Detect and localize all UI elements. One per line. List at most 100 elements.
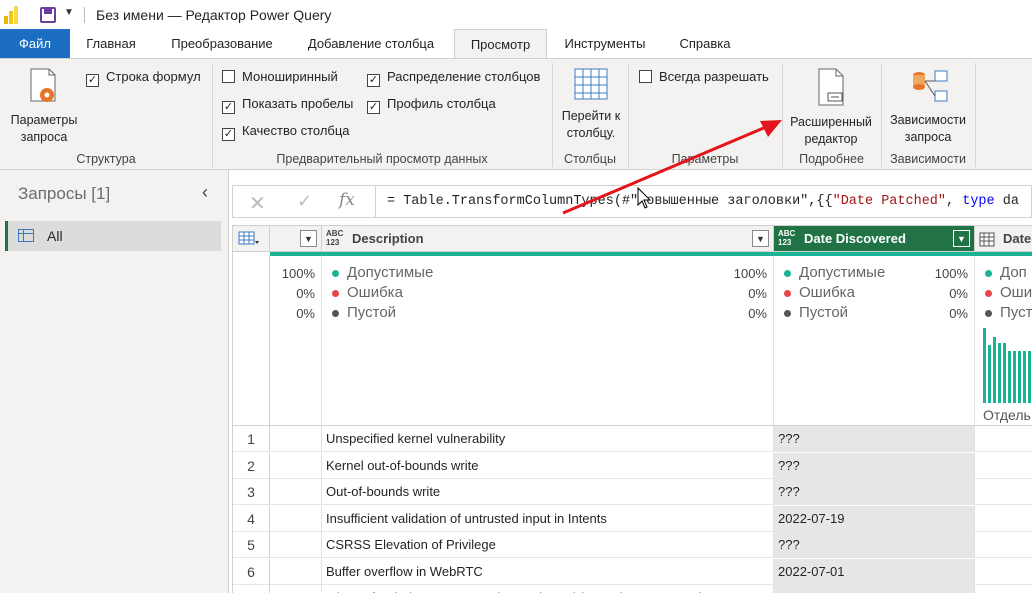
- table-cell-date[interactable]: [975, 453, 1032, 479]
- quality-label: Оши: [1000, 284, 1032, 301]
- row-number[interactable]: 5: [233, 532, 270, 558]
- query-settings-button[interactable]: Параметры запроса: [4, 67, 84, 146]
- show-whitespace-check-icon: ✓: [222, 101, 235, 114]
- column-header[interactable]: ▼: [270, 226, 322, 252]
- column-distribution-label: Распределение столбцов: [387, 69, 541, 84]
- quick-access-dropdown-icon[interactable]: ▼: [64, 7, 74, 18]
- quality-empty-row: Пустой 0%: [322, 304, 773, 324]
- table-cell[interactable]: [270, 452, 322, 479]
- column-quality-label: Качество столбца: [242, 123, 350, 138]
- tab-transform[interactable]: Преобразование: [158, 29, 286, 58]
- empty-dot-icon: [784, 310, 791, 317]
- tab-help[interactable]: Справка: [666, 29, 744, 58]
- type-any-icon: ABC 123: [778, 229, 796, 247]
- table-cell-description[interactable]: Kernel out-of-bounds write: [322, 452, 774, 479]
- table-cell[interactable]: [270, 479, 322, 505]
- column-filter-dropdown-icon[interactable]: ▼: [953, 230, 970, 247]
- column-filter-dropdown-icon[interactable]: ▼: [300, 230, 317, 247]
- query-settings-label: Параметры запроса: [10, 113, 78, 144]
- formula-input[interactable]: = Table.TransformColumnTypes(#"Повышенны…: [375, 186, 1031, 218]
- fx-icon[interactable]: fx: [339, 190, 355, 210]
- column-quality-profile: Допустимые 100% Ошибка 0% Пустой 0%: [322, 256, 774, 426]
- quality-percent: 0%: [949, 306, 968, 321]
- table-cell-description[interactable]: Microsoft Windows Support Diagnostic Too…: [322, 585, 774, 593]
- column-profile-check-icon: ✓: [367, 101, 380, 114]
- table-cell[interactable]: [270, 426, 322, 452]
- quality-label: Пуст: [1000, 304, 1032, 321]
- quality-percent: 0%: [949, 286, 968, 301]
- row-number[interactable]: 4: [233, 505, 270, 532]
- table-cell-description[interactable]: CSRSS Elevation of Privilege: [322, 532, 774, 558]
- table-cell-date-discovered[interactable]: ???: [774, 532, 975, 558]
- empty-dot-icon: [332, 310, 339, 317]
- query-item-all[interactable]: All: [5, 221, 221, 251]
- table-cell-date[interactable]: [975, 559, 1032, 585]
- always-allow-checkbox[interactable]: Всегда разрешать: [639, 68, 769, 86]
- table-cell-description[interactable]: Buffer overflow in WebRTC: [322, 558, 774, 585]
- save-icon[interactable]: [40, 7, 56, 23]
- collapse-chevron-icon[interactable]: ‹: [202, 182, 208, 203]
- tab-view[interactable]: Просмотр: [454, 29, 547, 59]
- titlebar-divider: [84, 7, 85, 23]
- tab-add-column[interactable]: Добавление столбца: [296, 29, 446, 58]
- table-cell-date-discovered[interactable]: ???: [774, 452, 975, 479]
- query-item-label: All: [47, 228, 63, 244]
- table-cell-description[interactable]: Out-of-bounds write: [322, 479, 774, 505]
- row-number[interactable]: 2: [233, 452, 270, 479]
- table-cell-date-discovered[interactable]: 2022-07-01: [774, 558, 975, 585]
- table-cell-date-discovered[interactable]: ???: [774, 426, 975, 452]
- column-name: Date Discovered: [804, 231, 906, 246]
- column-distribution-checkbox[interactable]: ✓ Распределение столбцов: [367, 68, 541, 87]
- calendar-icon: [979, 232, 995, 247]
- row-number[interactable]: 6: [233, 558, 270, 585]
- quality-percent: 0%: [296, 286, 315, 301]
- commit-check-icon[interactable]: ✓: [297, 191, 312, 212]
- table-cell[interactable]: [270, 585, 322, 593]
- tab-tools[interactable]: Инструменты: [556, 29, 654, 58]
- monospaced-box-icon: [222, 70, 235, 83]
- row-number[interactable]: 1: [233, 426, 270, 452]
- monospaced-label: Моноширинный: [242, 69, 338, 84]
- error-dot-icon: [784, 290, 791, 297]
- row-number[interactable]: 3: [233, 479, 270, 505]
- monospaced-checkbox[interactable]: Моноширинный: [222, 68, 338, 86]
- table-cell-date[interactable]: [975, 532, 1032, 558]
- quality-percent: 0%: [296, 306, 315, 321]
- table-cell-date-discovered[interactable]: ???: [774, 585, 975, 593]
- column-quality-checkbox[interactable]: ✓ Качество столбца: [222, 122, 350, 141]
- histogram-bar: [1018, 351, 1021, 403]
- advanced-editor-icon: [818, 68, 844, 106]
- always-allow-box-icon: [639, 70, 652, 83]
- goto-column-button[interactable]: Перейти к столбцу.: [556, 67, 626, 142]
- column-header-date-discovered[interactable]: ABC 123 Date Discovered ▼: [774, 226, 975, 252]
- cancel-icon[interactable]: ✕: [249, 191, 266, 216]
- advanced-editor-button[interactable]: Расширенный редактор: [784, 67, 878, 148]
- table-menu-button[interactable]: [233, 226, 270, 252]
- table-cell-description[interactable]: Unspecified kernel vulnerability: [322, 426, 774, 452]
- table-cell-date[interactable]: [975, 426, 1032, 452]
- tab-home[interactable]: Главная: [74, 29, 148, 58]
- table-cell-date[interactable]: [975, 585, 1032, 593]
- column-profile-checkbox[interactable]: ✓ Профиль столбца: [367, 95, 496, 114]
- quality-row: 100%: [270, 264, 321, 284]
- column-header-description[interactable]: ABC 123 Description ▼: [322, 226, 774, 252]
- table-cell[interactable]: [270, 505, 322, 532]
- table-cell[interactable]: [270, 532, 322, 558]
- table-cell-date[interactable]: [975, 506, 1032, 532]
- valid-dot-icon: [332, 270, 339, 277]
- table-cell-description[interactable]: Insufficient validation of untrusted inp…: [322, 505, 774, 532]
- row-number[interactable]: 7: [233, 585, 270, 593]
- table-cell-date[interactable]: [975, 479, 1032, 505]
- column-distribution-histogram: [983, 328, 1032, 403]
- table-cell-date-discovered[interactable]: ???: [774, 479, 975, 505]
- type-any-icon: ABC 123: [326, 229, 344, 247]
- query-dependencies-button[interactable]: Зависимости запроса: [885, 67, 971, 146]
- table-cell[interactable]: [270, 558, 322, 585]
- formula-bar-checkbox[interactable]: ✓ Строка формул: [86, 68, 201, 87]
- table-cell-date-discovered[interactable]: 2022-07-19: [774, 505, 975, 532]
- histogram-bar: [993, 337, 996, 403]
- tab-file[interactable]: Файл: [0, 29, 70, 58]
- show-whitespace-checkbox[interactable]: ✓ Показать пробелы: [222, 95, 353, 114]
- column-filter-dropdown-icon[interactable]: ▼: [752, 230, 769, 247]
- column-header-date[interactable]: Date: [975, 226, 1032, 252]
